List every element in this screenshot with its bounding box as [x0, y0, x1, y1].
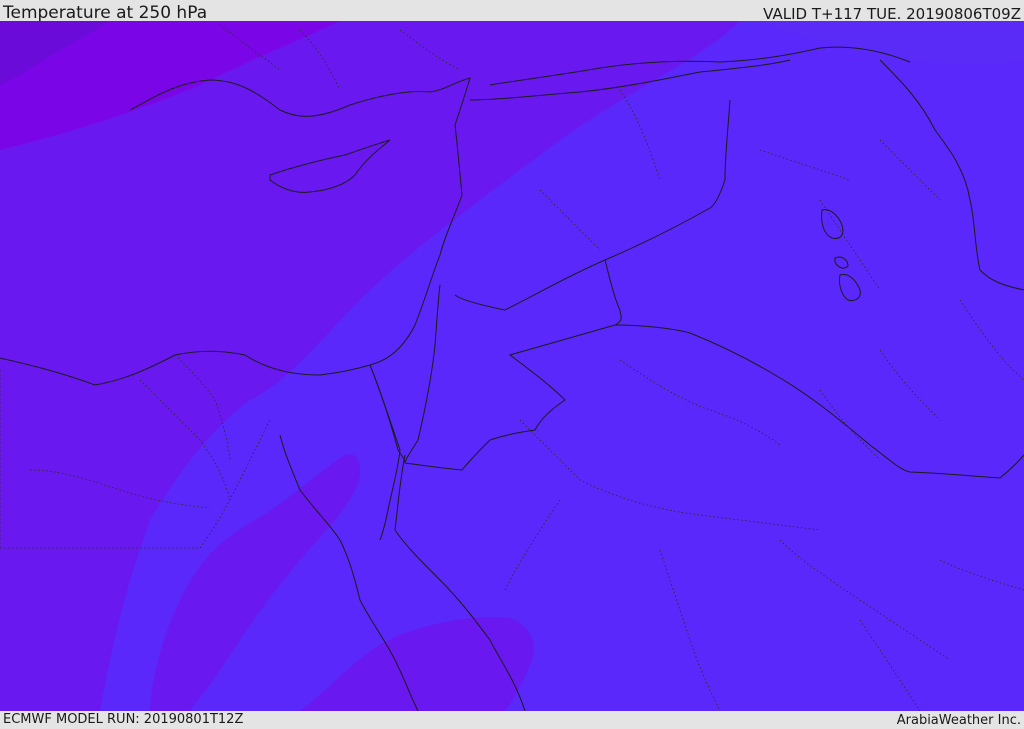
map-header: Temperature at 250 hPa VALID T+117 TUE. …: [0, 0, 1024, 23]
map-canvas: [0, 21, 1024, 711]
temperature-map[interactable]: [0, 21, 1024, 711]
map-footer: ECMWF MODEL RUN: 20190801T12Z ArabiaWeat…: [0, 711, 1024, 729]
map-title: Temperature at 250 hPa: [3, 3, 208, 23]
weather-map-frame: Temperature at 250 hPa VALID T+117 TUE. …: [0, 0, 1024, 729]
model-run-label: ECMWF MODEL RUN: 20190801T12Z: [3, 712, 244, 727]
credit-label: ArabiaWeather Inc.: [896, 713, 1021, 728]
